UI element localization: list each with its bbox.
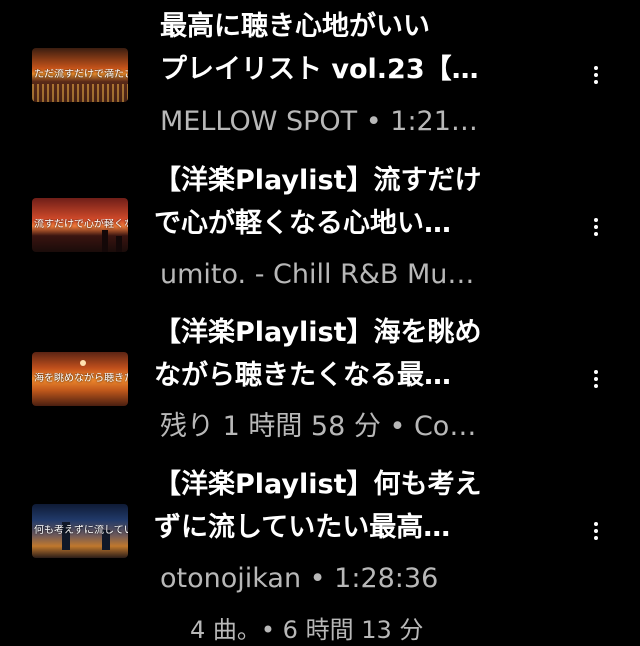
more-options-button[interactable] [584,57,608,93]
thumbnail-art [80,360,86,366]
list-item[interactable]: 海を眺めながら聴きたくなる 【洋楽Playlist】海を眺め ながら聴きたくなる… [0,304,640,454]
list-item[interactable]: 何も考えずに流していたい 【洋楽Playlist】何も考え ずに流していたい最高… [0,456,640,606]
playlist-summary: 4 曲。• 6 時間 13 分 [190,616,424,644]
video-title-line: ながら聴きたくなる最… [154,360,451,391]
thumbnail-art [32,84,128,102]
more-vert-icon [594,522,598,526]
video-meta: otonojikan • 1:28:36 [160,563,439,594]
video-meta: 残り 1 時間 58 分 • Co… [160,411,477,442]
video-title-line: 【洋楽Playlist】流すだけ [154,165,482,196]
video-title-line: 【洋楽Playlist】何も考え [154,469,482,500]
more-vert-icon [594,384,598,388]
video-title-line: 【洋楽Playlist】海を眺め [154,317,482,348]
video-title[interactable]: 【洋楽Playlist】何も考え ずに流していたい最高… [154,463,514,549]
video-thumbnail[interactable]: 流すだけで心が軽くなる [32,198,128,252]
more-options-button[interactable] [584,209,608,245]
list-item[interactable]: ただ流すだけで満たされ 最高に聴き心地がいい プレイリスト vol.23【… M… [0,0,640,150]
thumbnail-caption: 何も考えずに流していたい [34,525,128,536]
thumbnail-caption: 海を眺めながら聴きたくなる [34,373,128,384]
thumbnail-caption: ただ流すだけで満たされ [34,69,128,80]
video-title[interactable]: 【洋楽Playlist】流すだけ で心が軽くなる心地い… [154,159,514,245]
more-vert-icon [594,225,598,229]
video-thumbnail[interactable]: ただ流すだけで満たされ [32,48,128,102]
video-meta: MELLOW SPOT • 1:21… [160,106,478,137]
more-options-button[interactable] [584,513,608,549]
video-title-line: 最高に聴き心地がいい [160,11,430,42]
video-title[interactable]: 【洋楽Playlist】海を眺め ながら聴きたくなる最… [154,311,514,397]
video-title-line: プレイリスト vol.23【… [160,54,479,85]
more-vert-icon [594,370,598,374]
thumbnail-caption: 流すだけで心が軽くなる [34,219,128,230]
more-vert-icon [594,73,598,77]
video-title-line: ずに流していたい最高… [154,512,451,543]
list-item[interactable]: 流すだけで心が軽くなる 【洋楽Playlist】流すだけ で心が軽くなる心地い…… [0,152,640,302]
more-options-button[interactable] [584,361,608,397]
video-thumbnail[interactable]: 何も考えずに流していたい [32,504,128,558]
thumbnail-art [102,230,108,252]
more-vert-icon [594,529,598,533]
video-thumbnail[interactable]: 海を眺めながら聴きたくなる [32,352,128,406]
more-vert-icon [594,377,598,381]
video-title[interactable]: 最高に聴き心地がいい プレイリスト vol.23【… [160,5,520,91]
playlist-list: ただ流すだけで満たされ 最高に聴き心地がいい プレイリスト vol.23【… M… [0,0,640,640]
more-vert-icon [594,218,598,222]
more-vert-icon [594,66,598,70]
thumbnail-art [116,236,122,252]
more-vert-icon [594,80,598,84]
more-vert-icon [594,232,598,236]
more-vert-icon [594,536,598,540]
video-meta: umito. - Chill R&B Mu… [160,259,475,290]
video-title-line: で心が軽くなる心地い… [154,208,451,239]
